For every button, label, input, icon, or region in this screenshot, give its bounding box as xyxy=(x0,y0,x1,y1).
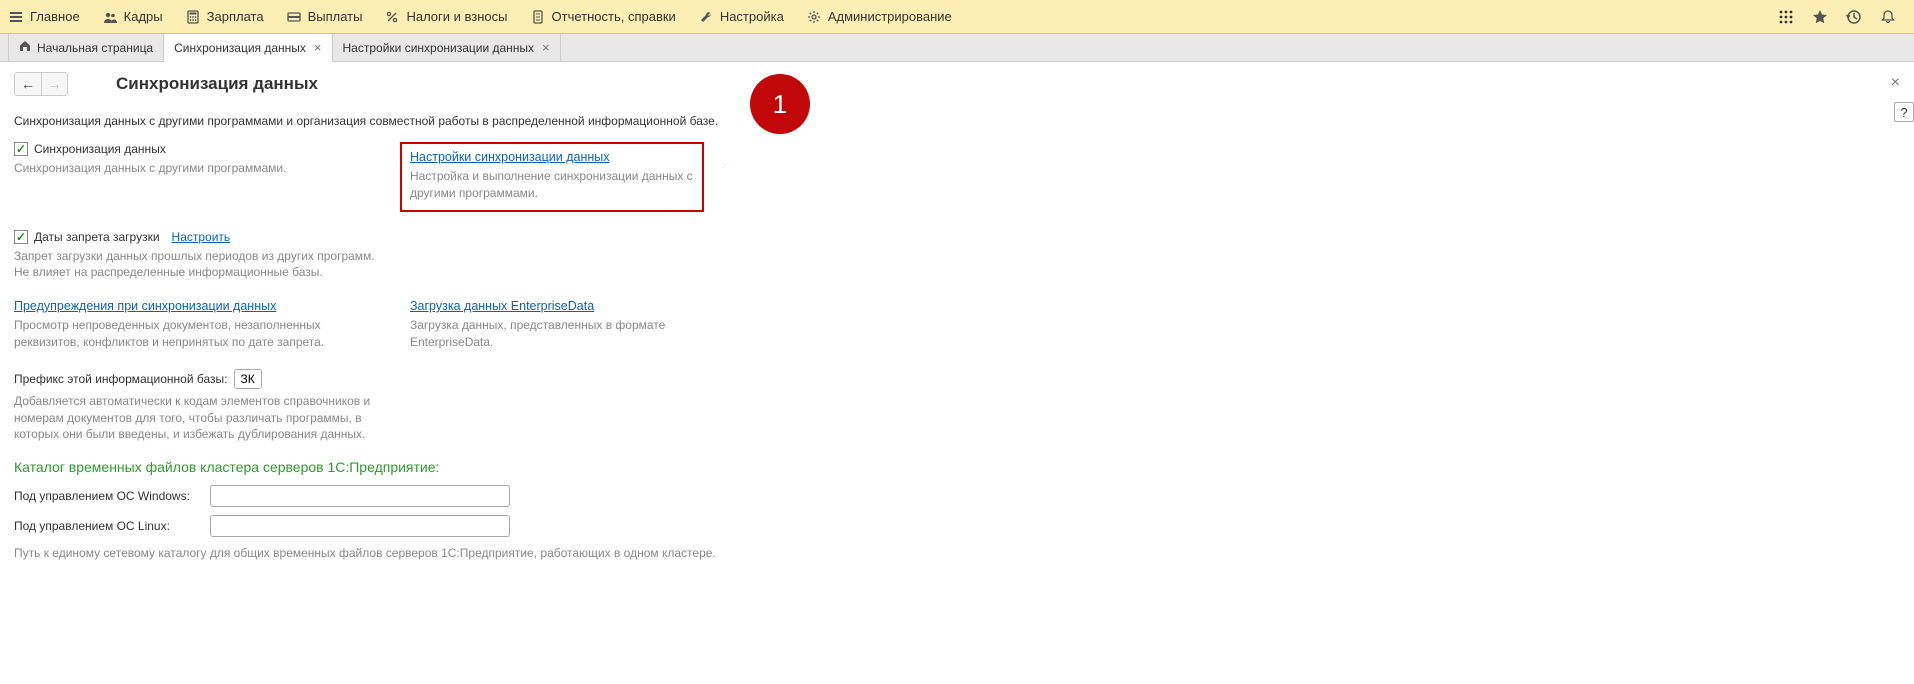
enterprisedata-load-link[interactable]: Загрузка данных EnterpriseData xyxy=(410,299,594,313)
toolbar-item-main[interactable]: Главное xyxy=(8,9,80,25)
os-windows-label: Под управлением ОС Windows: xyxy=(14,489,204,503)
toolbar-item-label: Администрирование xyxy=(828,9,952,24)
blockdates-configure-link[interactable]: Настроить xyxy=(172,230,231,244)
toolbar-item-label: Зарплата xyxy=(207,9,264,24)
enterprisedata-load-desc: Загрузка данных, представленных в формат… xyxy=(410,317,710,351)
page-description: Синхронизация данных с другими программа… xyxy=(14,114,1900,128)
toolbar-item-taxes[interactable]: Налоги и взносы xyxy=(384,9,507,25)
blockdates-desc: Запрет загрузки данных прошлых периодов … xyxy=(14,248,1900,282)
close-page-button[interactable]: × xyxy=(1891,74,1900,92)
sync-settings-highlight: Настройки синхронизации данных Настройка… xyxy=(400,142,704,212)
document-icon xyxy=(530,9,546,25)
star-icon[interactable] xyxy=(1810,7,1830,27)
blockdates-label: Даты запрета загрузки xyxy=(34,230,160,244)
nav-back-button[interactable]: ← xyxy=(15,73,41,95)
toolbar-item-admin[interactable]: Администрирование xyxy=(806,9,952,25)
gear-icon xyxy=(806,9,822,25)
blockdates-checkbox[interactable] xyxy=(14,230,28,244)
toolbar-item-settings[interactable]: Настройка xyxy=(698,9,784,25)
toolbar-item-payments[interactable]: Выплаты xyxy=(286,9,363,25)
os-linux-label: Под управлением ОС Linux: xyxy=(14,519,204,533)
tab-close-icon[interactable]: × xyxy=(314,40,322,55)
sync-desc: Синхронизация данных с другими программа… xyxy=(14,160,374,177)
callout-annotation: 1 xyxy=(750,74,810,134)
sync-settings-desc: Настройка и выполнение синхронизации дан… xyxy=(410,168,694,202)
page-title: Синхронизация данных xyxy=(116,74,318,94)
page-body: ← → Синхронизация данных × ? Синхронизац… xyxy=(0,62,1914,572)
prefix-desc: Добавляется автоматически к кодам элемен… xyxy=(14,393,374,443)
tab-label: Настройки синхронизации данных xyxy=(343,41,535,55)
toolbar-item-salary[interactable]: Зарплата xyxy=(185,9,264,25)
toolbar-item-label: Налоги и взносы xyxy=(406,9,507,24)
main-toolbar: Главное Кадры Зарплата Выплаты Налоги и … xyxy=(0,0,1914,34)
os-linux-input[interactable] xyxy=(210,515,510,537)
tab-sync-data[interactable]: Синхронизация данных × xyxy=(164,34,332,62)
wrench-icon xyxy=(698,9,714,25)
sync-checkbox-label: Синхронизация данных xyxy=(34,142,166,156)
toolbar-item-reports[interactable]: Отчетность, справки xyxy=(530,9,676,25)
toolbar-item-personnel[interactable]: Кадры xyxy=(102,9,163,25)
apps-icon[interactable] xyxy=(1776,7,1796,27)
history-icon[interactable] xyxy=(1844,7,1864,27)
sync-warnings-desc: Просмотр непроведенных документов, незап… xyxy=(14,317,374,351)
temp-desc: Путь к единому сетевому каталогу для общ… xyxy=(14,545,1900,562)
home-icon xyxy=(19,40,31,55)
sync-checkbox[interactable] xyxy=(14,142,28,156)
tab-label: Начальная страница xyxy=(37,41,153,55)
help-button[interactable]: ? xyxy=(1894,102,1914,122)
tabs-bar: Начальная страница Синхронизация данных … xyxy=(0,34,1914,62)
tab-home[interactable]: Начальная страница xyxy=(8,34,164,61)
percent-icon xyxy=(384,9,400,25)
sync-warnings-link[interactable]: Предупреждения при синхронизации данных xyxy=(14,299,276,313)
wallet-icon xyxy=(286,9,302,25)
calculator-icon xyxy=(185,9,201,25)
sync-settings-link[interactable]: Настройки синхронизации данных xyxy=(410,150,610,164)
menu-icon xyxy=(8,9,24,25)
nav-forward-button[interactable]: → xyxy=(41,73,67,95)
bell-icon[interactable] xyxy=(1878,7,1898,27)
people-icon xyxy=(102,9,118,25)
toolbar-item-label: Выплаты xyxy=(308,9,363,24)
os-windows-input[interactable] xyxy=(210,485,510,507)
tab-sync-settings[interactable]: Настройки синхронизации данных × xyxy=(333,34,561,61)
tab-label: Синхронизация данных xyxy=(174,41,306,55)
toolbar-item-label: Настройка xyxy=(720,9,784,24)
toolbar-item-label: Кадры xyxy=(124,9,163,24)
nav-buttons: ← → xyxy=(14,72,68,96)
toolbar-item-label: Главное xyxy=(30,9,80,24)
prefix-input[interactable] xyxy=(234,369,262,389)
callout-number: 1 xyxy=(750,74,810,134)
prefix-label: Префикс этой информационной базы: xyxy=(14,372,228,386)
toolbar-item-label: Отчетность, справки xyxy=(552,9,676,24)
temp-section-title: Каталог временных файлов кластера сервер… xyxy=(14,459,1900,475)
tab-close-icon[interactable]: × xyxy=(542,40,550,55)
